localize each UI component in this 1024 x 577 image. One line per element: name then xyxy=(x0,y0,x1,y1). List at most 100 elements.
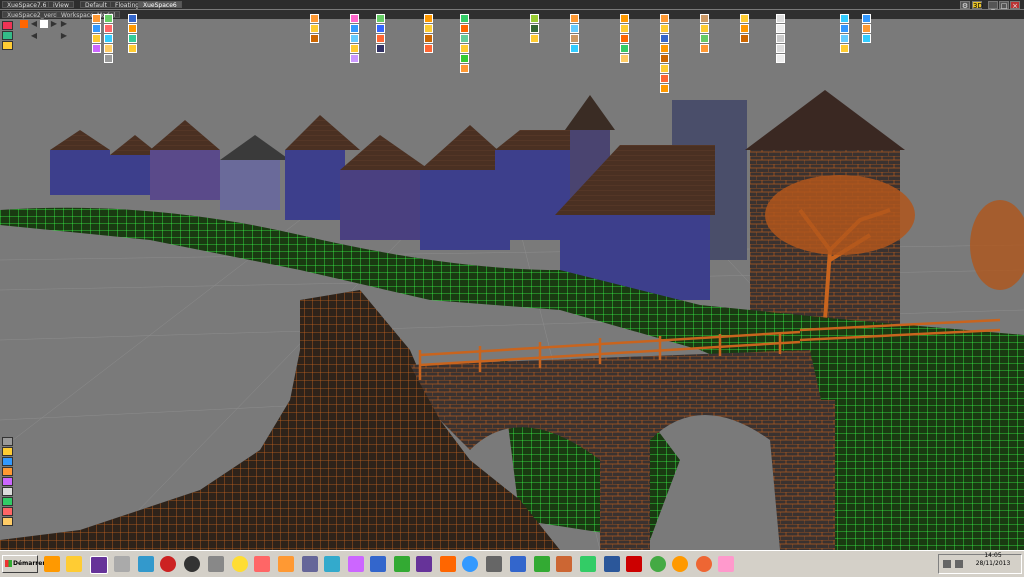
play-back-icon[interactable]: ◀ xyxy=(30,20,38,28)
cone-icon[interactable] xyxy=(2,477,13,486)
bulb-icon[interactable] xyxy=(232,556,248,572)
shelf-icon[interactable] xyxy=(350,44,359,53)
shelf-icon[interactable] xyxy=(128,24,137,33)
gear-icon[interactable] xyxy=(138,556,154,572)
shelf-icon[interactable] xyxy=(660,44,669,53)
onenote-icon[interactable] xyxy=(416,556,432,572)
pen-icon[interactable] xyxy=(278,556,294,572)
folder-icon[interactable] xyxy=(302,556,318,572)
arrow-right-icon[interactable]: ▶ xyxy=(60,32,68,40)
feather-icon[interactable] xyxy=(348,556,364,572)
shelf-icon[interactable] xyxy=(460,44,469,53)
shelf-icon[interactable] xyxy=(376,34,385,43)
shelf-icon[interactable] xyxy=(376,44,385,53)
tab-iview[interactable]: iView xyxy=(48,1,74,9)
shelf-icon[interactable] xyxy=(776,44,785,53)
shelf-icon[interactable] xyxy=(350,34,359,43)
minimize-icon[interactable]: _ xyxy=(988,1,998,10)
shelf-icon[interactable] xyxy=(660,34,669,43)
box-app-icon[interactable] xyxy=(718,556,734,572)
pen-icon[interactable] xyxy=(2,447,13,456)
network-tray-icon[interactable] xyxy=(943,560,951,568)
shelf-icon[interactable] xyxy=(740,34,749,43)
shelf-icon[interactable] xyxy=(570,14,579,23)
shelf-icon[interactable] xyxy=(620,14,629,23)
select-icon[interactable] xyxy=(2,21,13,30)
pointer-icon[interactable] xyxy=(2,437,13,446)
shelf-icon[interactable] xyxy=(460,54,469,63)
tab-default[interactable]: Default xyxy=(80,1,112,9)
shelf-icon[interactable] xyxy=(460,24,469,33)
image-icon[interactable] xyxy=(486,556,502,572)
3d-viewport[interactable] xyxy=(0,20,1024,550)
move-icon[interactable] xyxy=(2,31,13,40)
shelf-icon[interactable] xyxy=(660,64,669,73)
shelf-icon[interactable] xyxy=(740,14,749,23)
shelf-icon[interactable] xyxy=(460,14,469,23)
shelf-icon[interactable] xyxy=(700,44,709,53)
shelf-icon[interactable] xyxy=(92,44,101,53)
shelf-icon[interactable] xyxy=(376,14,385,23)
shelf-icon[interactable] xyxy=(104,14,113,23)
chrome-like-icon[interactable] xyxy=(184,556,200,572)
shelf-icon[interactable] xyxy=(700,24,709,33)
settings-icon[interactable]: ⚙ xyxy=(960,1,970,10)
shelf-icon[interactable] xyxy=(700,14,709,23)
settings-icon[interactable] xyxy=(114,556,130,572)
shelf-icon[interactable] xyxy=(620,34,629,43)
shelf-icon[interactable] xyxy=(776,24,785,33)
shelf-icon[interactable] xyxy=(862,24,871,33)
shelf-icon[interactable] xyxy=(530,34,539,43)
chrome-icon[interactable] xyxy=(650,556,666,572)
shelf-icon[interactable] xyxy=(776,34,785,43)
shelf-icon[interactable] xyxy=(104,54,113,63)
shelf-icon[interactable] xyxy=(424,44,433,53)
close-icon[interactable]: × xyxy=(1010,1,1020,10)
tab-xuespace6[interactable]: XueSpace6 xyxy=(138,1,182,9)
media-icon[interactable] xyxy=(44,556,60,572)
calculator-icon[interactable] xyxy=(208,556,224,572)
shelf-icon[interactable] xyxy=(92,24,101,33)
shelf-icon[interactable] xyxy=(128,44,137,53)
shelf-icon[interactable] xyxy=(530,24,539,33)
shelf-icon[interactable] xyxy=(740,24,749,33)
shelf-icon[interactable] xyxy=(310,14,319,23)
camera-icon[interactable] xyxy=(2,507,13,516)
shelf-icon[interactable] xyxy=(660,14,669,23)
cloud-icon[interactable] xyxy=(254,556,270,572)
shelf-icon[interactable] xyxy=(104,24,113,33)
illustrator-icon[interactable] xyxy=(440,556,456,572)
red-app-icon[interactable] xyxy=(160,556,176,572)
fast-forward-icon[interactable]: ▶ xyxy=(60,20,68,28)
shelf-icon[interactable] xyxy=(104,44,113,53)
shelf-icon[interactable] xyxy=(570,24,579,33)
3d-badge[interactable]: 3D xyxy=(972,1,983,10)
shelf-icon[interactable] xyxy=(660,74,669,83)
network-icon[interactable] xyxy=(580,556,596,572)
shelf-icon[interactable] xyxy=(570,44,579,53)
shelf-icon[interactable] xyxy=(530,14,539,23)
record-icon[interactable] xyxy=(20,20,28,28)
text-icon[interactable] xyxy=(2,487,13,496)
shelf-icon[interactable] xyxy=(350,14,359,23)
orange-app-icon[interactable] xyxy=(672,556,688,572)
grid-app-icon[interactable] xyxy=(324,556,340,572)
sync-icon[interactable] xyxy=(462,556,478,572)
shelf-icon[interactable] xyxy=(660,54,669,63)
shelf-icon[interactable] xyxy=(570,34,579,43)
shelf-icon[interactable] xyxy=(350,24,359,33)
start-button[interactable]: Démarrer xyxy=(2,555,45,573)
shelf-icon[interactable] xyxy=(376,24,385,33)
shelf-icon[interactable] xyxy=(460,64,469,73)
clock[interactable]: 14:05 28/11/2013 xyxy=(968,552,1018,568)
ftp-icon[interactable] xyxy=(510,556,526,572)
rotate-icon[interactable] xyxy=(2,41,13,50)
maximize-icon[interactable]: □ xyxy=(999,1,1009,10)
shelf-icon[interactable] xyxy=(840,34,849,43)
shelf-icon[interactable] xyxy=(424,14,433,23)
pdf-icon[interactable] xyxy=(626,556,642,572)
shelf-icon[interactable] xyxy=(128,34,137,43)
shelf-icon[interactable] xyxy=(310,24,319,33)
volume-icon[interactable] xyxy=(955,560,963,568)
hand-icon[interactable] xyxy=(394,556,410,572)
